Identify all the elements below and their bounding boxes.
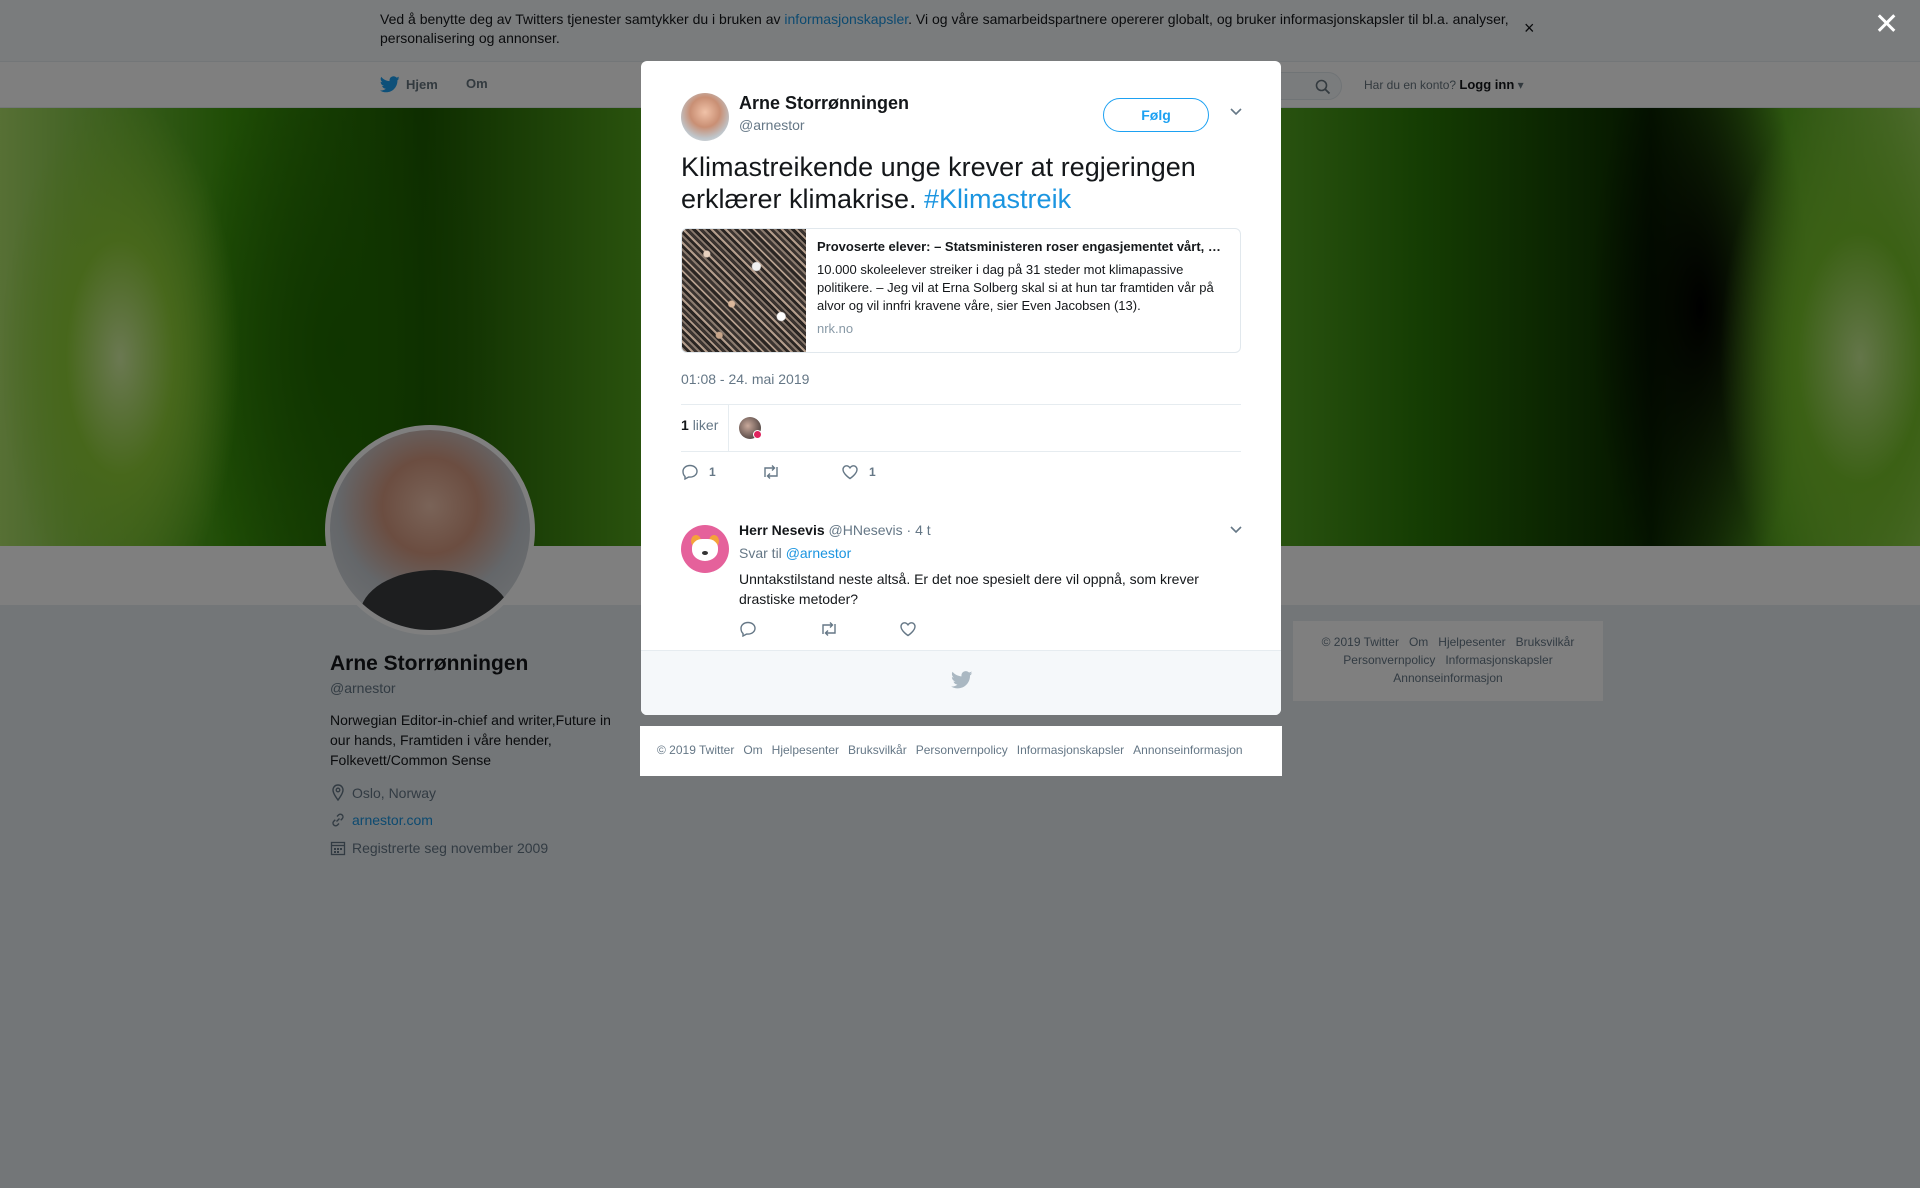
tweet-author-handle[interactable]: @arnestor bbox=[739, 117, 805, 133]
modal-footer-ads[interactable]: Annonseinformasjon bbox=[1133, 743, 1242, 757]
modal-footer-cookies[interactable]: Informasjonskapsler bbox=[1017, 743, 1124, 757]
reply-author-name[interactable]: Herr Nesevis bbox=[739, 522, 825, 538]
heart-icon bbox=[842, 465, 858, 480]
likes-label: liker bbox=[692, 417, 719, 433]
link-card-title: Provoserte elever: – Statsministeren ros… bbox=[817, 239, 1232, 254]
reply-like-button[interactable] bbox=[899, 621, 927, 637]
reply-header: Herr Nesevis @HNesevis · 4 t bbox=[739, 522, 931, 538]
reply-button[interactable]: 1 bbox=[681, 464, 716, 480]
modal-footer-copyright: © 2019 Twitter bbox=[657, 743, 735, 757]
chevron-down-icon[interactable] bbox=[1229, 106, 1243, 116]
likes-count: 1 bbox=[681, 417, 689, 433]
liker-badge bbox=[753, 430, 762, 439]
retweet-button[interactable] bbox=[761, 464, 791, 480]
tweet-author-avatar[interactable] bbox=[681, 93, 729, 141]
retweet-icon bbox=[764, 465, 778, 479]
reply-count: 1 bbox=[709, 465, 716, 479]
chevron-down-icon[interactable] bbox=[1229, 524, 1243, 534]
link-card-image bbox=[682, 229, 806, 352]
link-card-domain: nrk.no bbox=[817, 321, 854, 336]
modal-footer-help[interactable]: Hjelpesenter bbox=[772, 743, 839, 757]
likes-stat[interactable]: 1 liker bbox=[681, 417, 718, 433]
reply-icon bbox=[740, 621, 756, 637]
modal-footer-privacy[interactable]: Personvernpolicy bbox=[916, 743, 1008, 757]
modal-footer-terms[interactable]: Bruksvilkår bbox=[848, 743, 907, 757]
link-card[interactable]: Provoserte elever: – Statsministeren ros… bbox=[681, 228, 1241, 353]
twitter-bird-icon bbox=[951, 671, 973, 689]
close-icon[interactable]: ✕ bbox=[1874, 10, 1899, 40]
tweet-author-name[interactable]: Arne Storrønningen bbox=[739, 93, 909, 114]
divider bbox=[681, 451, 1241, 452]
reply-icon bbox=[682, 464, 698, 480]
divider bbox=[681, 404, 1241, 405]
link-card-description: 10.000 skoleelever streiker i dag på 31 … bbox=[817, 262, 1214, 313]
reply-author-handle[interactable]: @HNesevis bbox=[829, 522, 903, 538]
reply-text: Unntakstilstand neste altså. Er det noe … bbox=[739, 571, 1199, 607]
retweet-icon bbox=[822, 622, 836, 636]
reply-retweet-button[interactable] bbox=[819, 621, 849, 637]
like-count: 1 bbox=[869, 465, 876, 479]
tweet-timestamp: 01:08 - 24. mai 2019 bbox=[681, 371, 810, 387]
tweet-text: Klimastreikende unge krever at regjering… bbox=[681, 151, 1241, 215]
tweet-modal: Arne Storrønningen @arnestor Følg Klimas… bbox=[641, 61, 1281, 715]
reply-to-line: Svar til @arnestor bbox=[739, 545, 851, 561]
reply-reply-button[interactable] bbox=[739, 621, 767, 637]
divider bbox=[728, 405, 729, 451]
reply-to-mention[interactable]: @arnestor bbox=[786, 545, 852, 561]
follow-button[interactable]: Følg bbox=[1103, 98, 1209, 132]
modal-footer-about[interactable]: Om bbox=[743, 743, 762, 757]
reply-time[interactable]: · 4 t bbox=[907, 522, 931, 538]
reply-author-avatar[interactable] bbox=[681, 525, 729, 573]
modal-bottom-bar bbox=[641, 650, 1281, 715]
tweet-hashtag[interactable]: #Klimastreik bbox=[924, 184, 1071, 214]
like-button[interactable]: 1 bbox=[841, 464, 876, 480]
heart-icon bbox=[900, 622, 916, 637]
reply-to-label: Svar til bbox=[739, 545, 786, 561]
modal-footer: © 2019 Twitter Om Hjelpesenter Bruksvilkår P… bbox=[640, 726, 1282, 776]
